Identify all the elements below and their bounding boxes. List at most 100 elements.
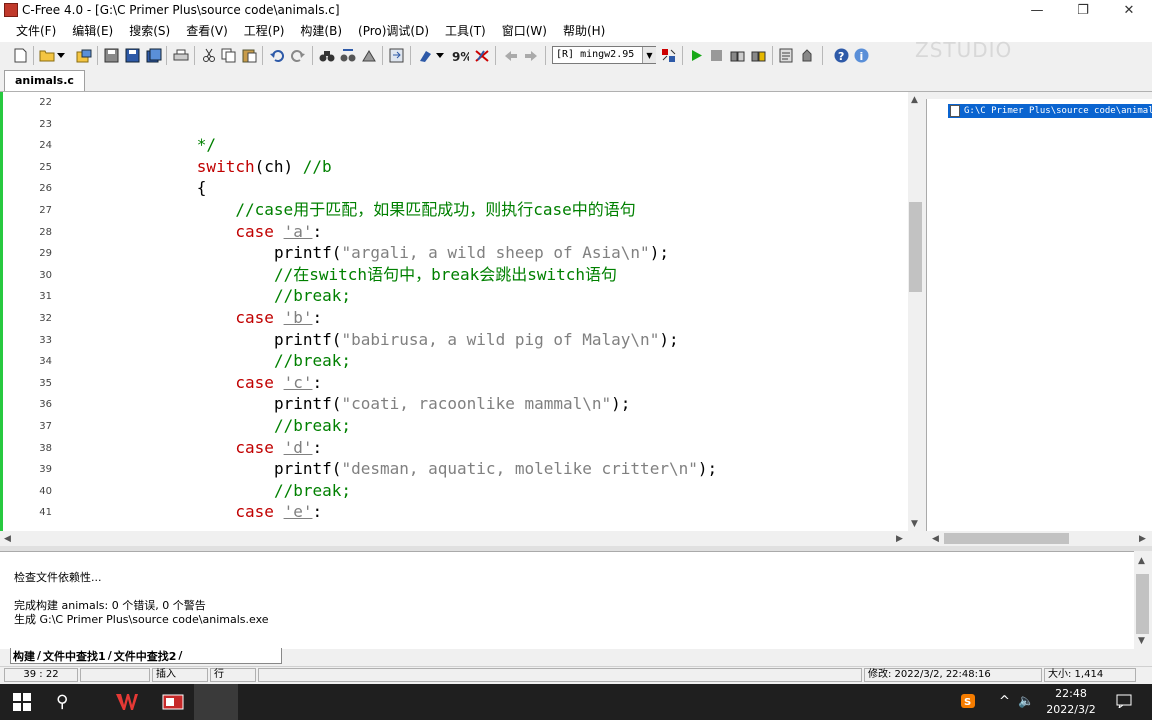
redo-icon[interactable] <box>289 47 306 64</box>
nav-forward-icon[interactable] <box>522 47 539 64</box>
rebuild-icon[interactable] <box>750 47 767 64</box>
comment-token: */ <box>196 135 217 155</box>
restore-button[interactable]: ❐ <box>1060 0 1106 20</box>
modified-time: 修改: 2022/3/2, 22:48:16 <box>864 668 1042 682</box>
clock-time[interactable]: 22:48 <box>1040 687 1102 700</box>
code-line[interactable]: //case用于匹配，如果匹配成功，则执行case中的语句 <box>235 200 635 220</box>
menu-file[interactable]: 文件(F) <box>0 20 64 42</box>
code-line[interactable]: case 'c': <box>235 373 322 393</box>
code-line[interactable]: //break; <box>274 416 351 436</box>
clear-bookmark-icon[interactable] <box>473 47 490 64</box>
scroll-left-icon[interactable]: ◀ <box>932 534 939 544</box>
toggle-bookmark-icon[interactable]: 9% <box>452 47 469 64</box>
compiler-select[interactable]: [R] mingw2.95 <box>552 46 656 64</box>
info-icon[interactable]: i <box>853 47 870 64</box>
open-dropdown-icon[interactable] <box>56 47 66 64</box>
menu-view[interactable]: 查看(V) <box>178 20 236 42</box>
print-icon[interactable] <box>172 47 189 64</box>
code-line[interactable]: //在switch语句中，break会跳出switch语句 <box>274 265 617 285</box>
chevron-up-icon[interactable]: ^ <box>999 694 1010 709</box>
find-icon[interactable] <box>318 47 335 64</box>
scroll-down-icon[interactable]: ▼ <box>911 519 918 529</box>
scroll-up-icon[interactable]: ▲ <box>911 95 918 105</box>
menu-window[interactable]: 窗口(W) <box>494 20 555 42</box>
stop-icon[interactable] <box>708 47 725 64</box>
find-next-icon[interactable] <box>339 47 356 64</box>
search-icon[interactable]: ⚲ <box>56 692 68 712</box>
debug-icon[interactable] <box>799 47 816 64</box>
menu-project[interactable]: 工程(P) <box>236 20 293 42</box>
output-scroll-thumb[interactable] <box>1136 574 1149 634</box>
scroll-right-icon[interactable]: ▶ <box>896 534 903 544</box>
sogou-ime-icon[interactable]: S <box>961 694 975 712</box>
clock-date[interactable]: 2022/3/2 <box>1040 703 1102 716</box>
code-line[interactable]: printf("babirusa, a wild pig of Malay\n"… <box>274 330 679 350</box>
code-line[interactable]: { <box>197 178 207 198</box>
notification-icon[interactable] <box>1116 694 1132 712</box>
bookmark-icon[interactable] <box>417 47 434 64</box>
compile-icon[interactable] <box>778 47 795 64</box>
bookmark-dropdown-icon[interactable] <box>435 47 445 64</box>
open-folder-icon[interactable] <box>38 47 55 64</box>
menu-debug[interactable]: (Pro)调试(D) <box>350 20 437 42</box>
cut-icon[interactable] <box>200 47 217 64</box>
code-line[interactable]: printf("coati, racoonlike mammal\n"); <box>274 394 630 414</box>
menu-edit[interactable]: 编辑(E) <box>64 20 121 42</box>
chevron-down-icon[interactable]: ▼ <box>642 47 656 63</box>
wps-app-icon[interactable] <box>106 684 148 720</box>
help-icon[interactable]: ? <box>833 47 850 64</box>
menu-search[interactable]: 搜索(S) <box>121 20 178 42</box>
save-icon[interactable] <box>124 47 141 64</box>
close-window-button[interactable]: ✕ <box>1106 0 1152 20</box>
tab-build[interactable]: 构建 <box>11 648 37 664</box>
editor-vertical-scrollbar[interactable] <box>908 92 924 531</box>
code-line[interactable]: */ <box>197 135 216 155</box>
output-line: 生成 G:\C Primer Plus\source code\animals.… <box>14 613 269 626</box>
volume-icon[interactable]: 🔈 <box>1018 694 1034 709</box>
editor-vertical-scroll-thumb[interactable] <box>909 202 922 292</box>
file-tree-item[interactable]: G:\C Primer Plus\source code\animals.c <box>948 104 1152 118</box>
tab-animals-c[interactable]: animals.c <box>4 70 85 91</box>
windows-start-icon[interactable] <box>13 693 31 711</box>
char-literal-token: 'e' <box>283 502 313 522</box>
compiler-settings-icon[interactable] <box>660 47 677 64</box>
open-project-icon[interactable] <box>75 47 92 64</box>
code-line[interactable]: case 'd': <box>235 438 322 458</box>
code-line[interactable]: //break; <box>274 481 351 501</box>
nav-back-icon[interactable] <box>502 47 519 64</box>
cfree-app-icon[interactable] <box>152 684 194 720</box>
new-file-icon[interactable] <box>12 47 29 64</box>
code-editor[interactable]: 22 23 24 */ 25 switch(ch) //b 26 {27 //case用于匹配，… <box>0 92 908 531</box>
save-as-icon[interactable] <box>145 47 162 64</box>
run-icon[interactable] <box>688 47 705 64</box>
scroll-left-icon[interactable]: ◀ <box>4 534 11 544</box>
char-literal-token: 'a' <box>283 221 313 241</box>
code-line[interactable]: //break; <box>274 286 351 306</box>
scroll-right-icon[interactable]: ▶ <box>1139 534 1146 544</box>
active-task-cfree[interactable] <box>194 684 238 720</box>
editor-horizontal-scrollbar[interactable] <box>0 531 908 546</box>
code-line[interactable]: case 'b': <box>235 308 322 328</box>
code-line[interactable]: case 'a': <box>235 222 322 242</box>
menu-help[interactable]: 帮助(H) <box>555 20 613 42</box>
undo-icon[interactable] <box>268 47 285 64</box>
paste-icon[interactable] <box>241 47 258 64</box>
minimize-button[interactable]: — <box>1014 0 1060 20</box>
tab-find-in-files-1[interactable]: 文件中查找1 <box>41 648 108 664</box>
scroll-down-icon[interactable]: ▼ <box>1138 636 1145 646</box>
replace-icon[interactable] <box>360 47 377 64</box>
build-icon[interactable] <box>729 47 746 64</box>
scroll-up-icon[interactable]: ▲ <box>1138 556 1145 566</box>
code-line[interactable]: case 'e': <box>235 502 322 522</box>
tab-find-in-files-2[interactable]: 文件中查找2 <box>112 648 179 664</box>
menu-build[interactable]: 构建(B) <box>292 20 350 42</box>
goto-icon[interactable] <box>388 47 405 64</box>
menu-tools[interactable]: 工具(T) <box>437 20 494 42</box>
copy-icon[interactable] <box>220 47 237 64</box>
save-all-icon[interactable] <box>103 47 120 64</box>
code-line[interactable]: //break; <box>274 351 351 371</box>
code-line[interactable]: printf("desman, aquatic, molelike critte… <box>274 459 717 479</box>
code-line[interactable]: printf("argali, a wild sheep of Asia\n")… <box>274 243 669 263</box>
code-line[interactable]: switch(ch) //b <box>197 157 332 177</box>
file-tree-scroll-thumb[interactable] <box>944 533 1069 544</box>
